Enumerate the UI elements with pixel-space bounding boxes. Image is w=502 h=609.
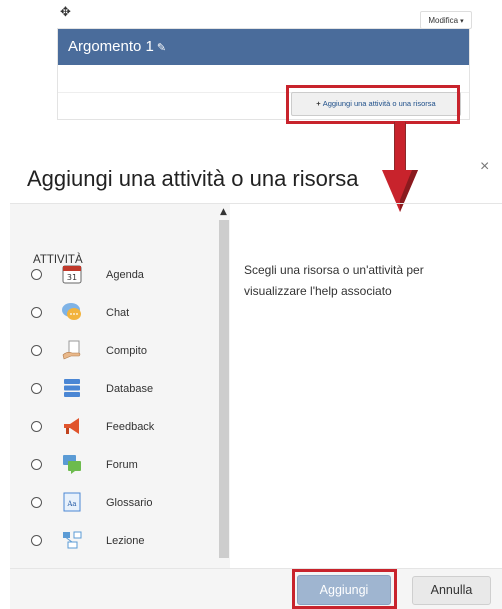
modal-title: Aggiungi una attività o una risorsa xyxy=(27,166,359,191)
arrow-down-icon xyxy=(382,122,418,212)
list-item-chat[interactable]: Chat xyxy=(10,297,218,329)
list-item-label: Feedback xyxy=(106,421,155,433)
list-item-agenda[interactable]: 31 Agenda xyxy=(10,259,218,291)
list-item-glossario[interactable]: Aa Glossario xyxy=(10,487,218,519)
topic-title: Argomento 1 ✎ xyxy=(68,39,166,56)
pencil-icon[interactable]: ✎ xyxy=(157,40,166,56)
activity-list-panel: ATTIVITÀ 31 Agenda Chat Compito Database… xyxy=(10,204,230,568)
radio-button[interactable] xyxy=(31,497,42,508)
svg-text:Aa: Aa xyxy=(66,500,76,508)
forum-icon xyxy=(63,455,81,474)
database-icon xyxy=(64,379,80,397)
scroll-up-icon[interactable]: ▲ xyxy=(220,208,227,217)
radio-button[interactable] xyxy=(31,307,42,318)
list-item-compito[interactable]: Compito xyxy=(10,335,218,367)
megaphone-icon xyxy=(64,418,79,434)
radio-button[interactable] xyxy=(31,421,42,432)
radio-button[interactable] xyxy=(31,535,42,546)
list-item-label: Lezione xyxy=(106,535,145,547)
highlight-box-add-button xyxy=(292,569,397,609)
list-item-label: Glossario xyxy=(106,497,153,509)
calendar-icon: 31 xyxy=(62,265,82,284)
radio-button[interactable] xyxy=(31,459,42,470)
list-item-label: Chat xyxy=(106,307,130,319)
scrollbar-thumb[interactable] xyxy=(219,220,229,558)
list-item-feedback[interactable]: Feedback xyxy=(10,411,218,443)
svg-text:31: 31 xyxy=(67,273,77,282)
radio-button[interactable] xyxy=(31,383,42,394)
list-item-forum[interactable]: Forum xyxy=(10,449,218,481)
topic-title-text: Argomento 1 xyxy=(68,38,154,55)
edit-menu-button[interactable]: Modifica ▾ xyxy=(420,11,472,29)
edit-menu-label: Modifica xyxy=(428,16,459,25)
help-text: Scegli una risorsa o un'attività per vis… xyxy=(244,263,424,298)
glossary-icon: Aa xyxy=(63,492,81,512)
radio-button[interactable] xyxy=(31,345,42,356)
lesson-icon xyxy=(63,531,82,549)
close-icon[interactable]: × xyxy=(480,158,489,176)
scrollbar[interactable]: ▲ xyxy=(218,204,230,568)
assignment-icon xyxy=(62,340,81,360)
list-item-label: Agenda xyxy=(106,269,144,281)
list-item-label: Compito xyxy=(106,345,147,357)
list-item-label: Database xyxy=(106,383,154,395)
cancel-button[interactable]: Annulla xyxy=(412,576,491,605)
highlight-box-add-activity xyxy=(286,85,460,124)
chat-icon xyxy=(62,303,81,320)
caret-down-icon: ▾ xyxy=(460,18,464,25)
radio-button[interactable] xyxy=(31,269,42,280)
topic-header: Argomento 1 ✎ xyxy=(58,29,469,65)
list-item-lezione[interactable]: Lezione xyxy=(10,525,218,557)
list-item-database[interactable]: Database xyxy=(10,373,218,405)
move-icon[interactable]: ✥ xyxy=(60,6,71,19)
list-item-label: Forum xyxy=(106,459,138,471)
